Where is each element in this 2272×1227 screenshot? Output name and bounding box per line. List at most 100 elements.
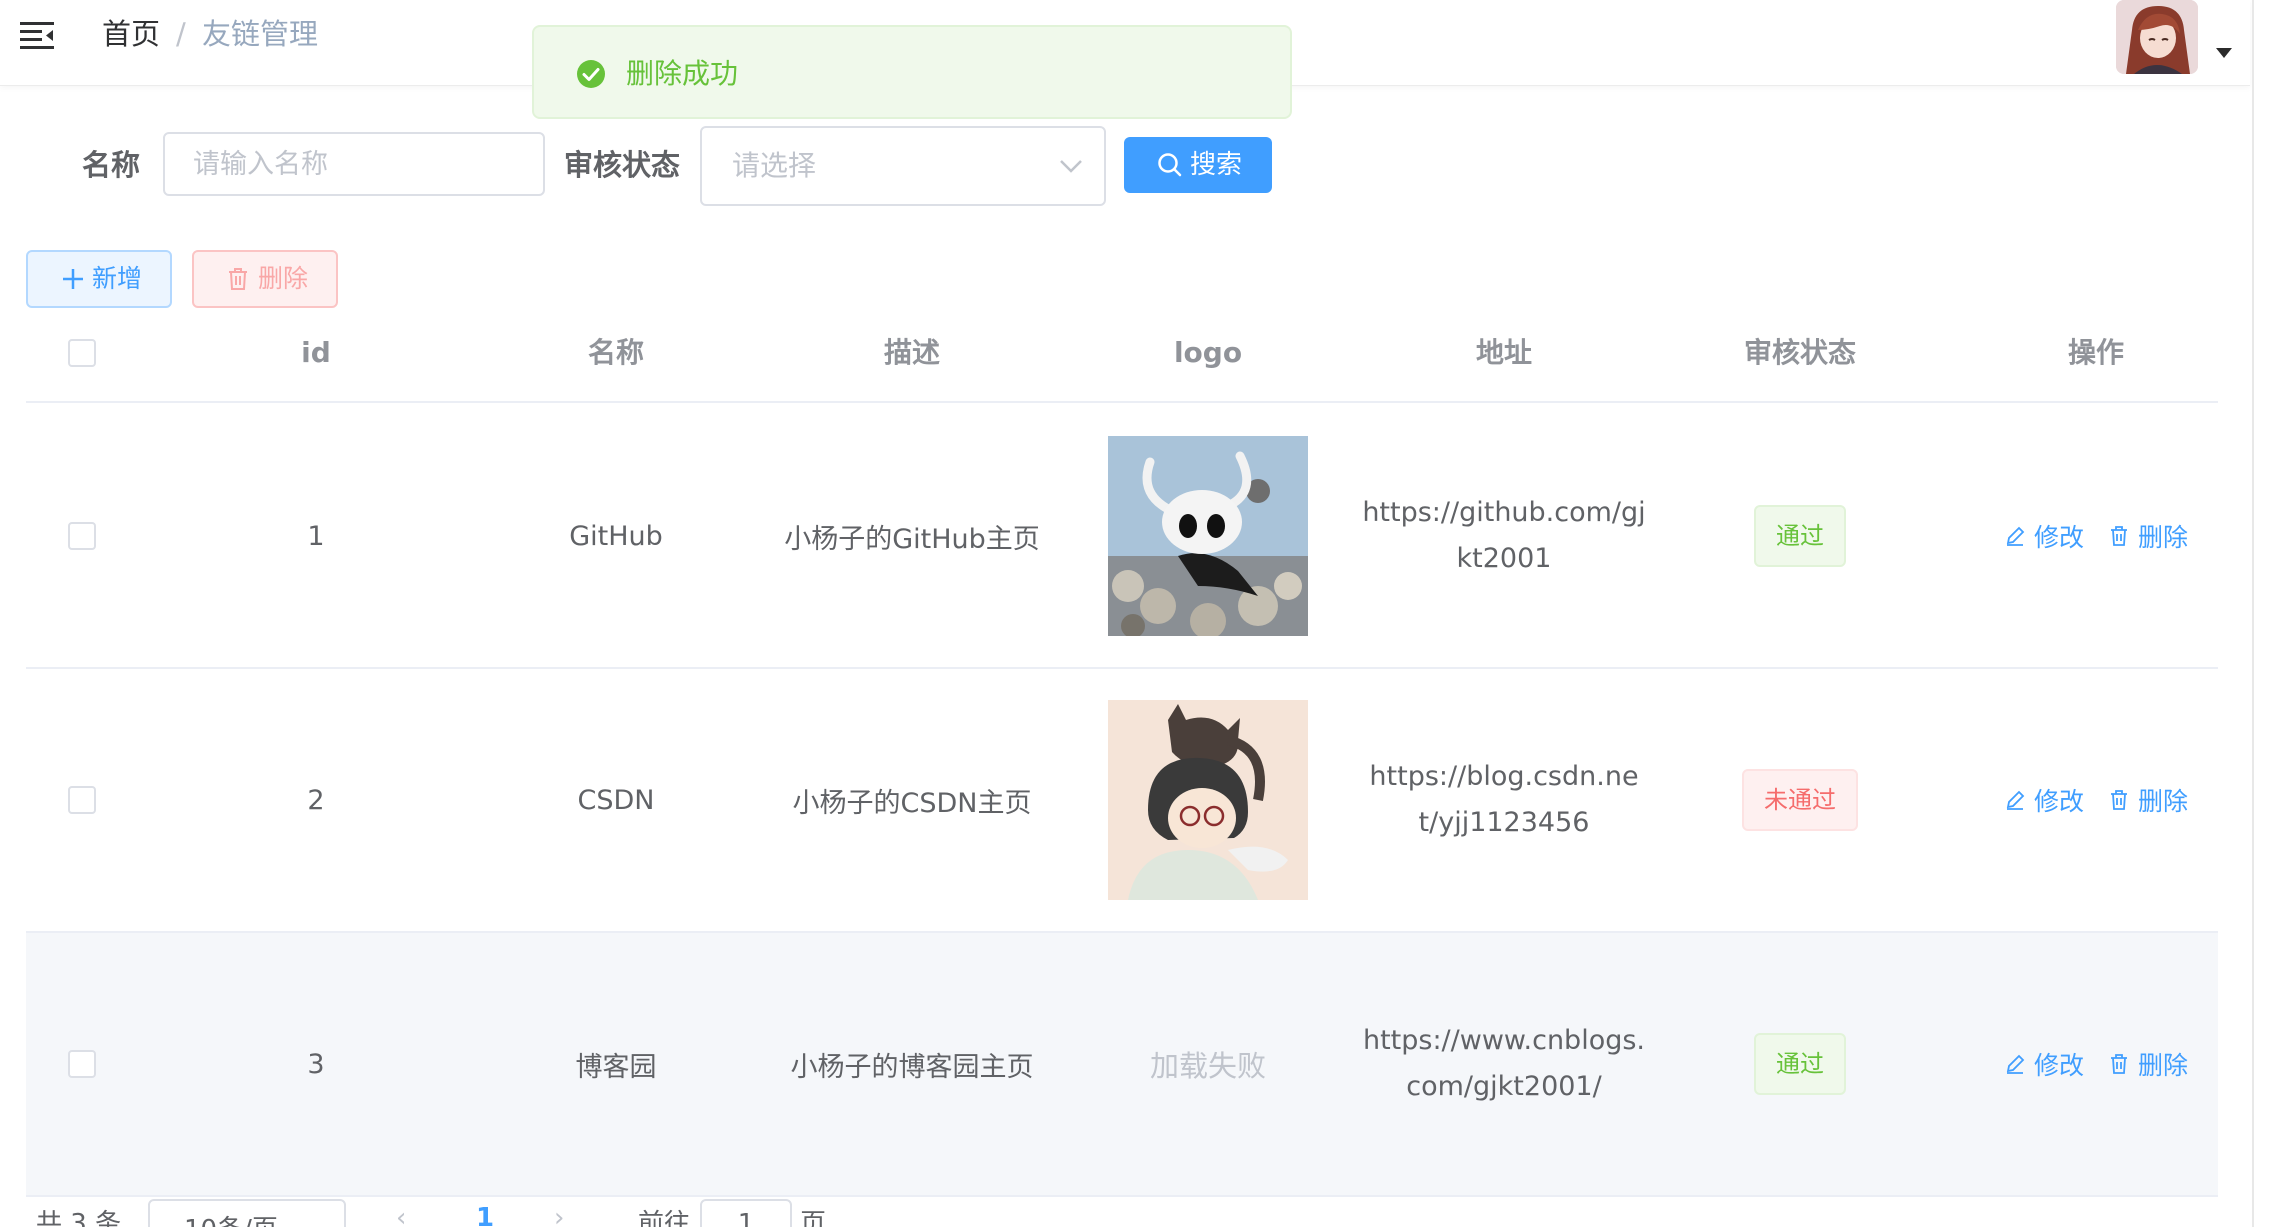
cell-id: 2 xyxy=(307,784,325,816)
column-header-logo: logo xyxy=(1173,336,1243,369)
edit-link[interactable]: 修改 xyxy=(2004,1046,2084,1082)
chevron-down-icon xyxy=(1058,156,1084,176)
hollow-knight-image[interactable] xyxy=(1108,436,1308,636)
add-button-label: 新增 xyxy=(92,264,143,293)
success-message-toast: 删除成功 xyxy=(532,25,1292,119)
cell-logo xyxy=(1058,405,1358,667)
status-badge: 通过 xyxy=(1754,505,1846,567)
column-header-actions: 操作 xyxy=(2067,336,2124,369)
next-page-icon[interactable]: › xyxy=(554,1203,564,1227)
search-icon xyxy=(1156,151,1184,179)
delete-label: 删除 xyxy=(2138,1051,2189,1080)
breadcrumb-home[interactable]: 首页 xyxy=(102,14,160,54)
pagination-total: 共 3 条 xyxy=(36,1209,122,1227)
cell-logo xyxy=(1058,669,1358,931)
plus-icon xyxy=(60,266,86,292)
edit-label: 修改 xyxy=(2033,787,2084,816)
column-header-name: 名称 xyxy=(587,336,644,369)
row-checkbox[interactable] xyxy=(68,1050,96,1078)
cell-url: https://github.com/gj kt2001 xyxy=(1354,405,1654,667)
trash-icon xyxy=(2111,1054,2127,1074)
url-line: t/yjj1123456 xyxy=(1418,807,1590,838)
toast-message: 删除成功 xyxy=(626,57,739,90)
batch-delete-button[interactable]: 删除 xyxy=(192,250,338,308)
url-line: kt2001 xyxy=(1456,543,1552,574)
dropdown-caret-icon[interactable] xyxy=(2216,48,2232,58)
breadcrumb-separator: / xyxy=(176,17,186,51)
column-header-id: id xyxy=(301,336,331,369)
menu-fold-icon[interactable] xyxy=(20,20,54,50)
scrollbar-edge xyxy=(2252,0,2254,1227)
edit-link[interactable]: 修改 xyxy=(2004,518,2084,554)
trash-icon xyxy=(226,266,250,292)
edit-icon xyxy=(2006,1054,2025,1074)
scrollbar[interactable] xyxy=(2252,0,2272,1227)
page-number-current[interactable]: 1 xyxy=(476,1203,494,1227)
avatar[interactable] xyxy=(2116,0,2198,74)
cell-actions: 修改 删除 xyxy=(1946,405,2246,667)
cell-id: 3 xyxy=(307,1048,325,1080)
anime-boy-with-cat-image[interactable] xyxy=(1108,700,1308,900)
column-header-url: 地址 xyxy=(1475,336,1532,369)
row-checkbox[interactable] xyxy=(68,522,96,550)
status-badge: 未通过 xyxy=(1742,769,1858,831)
logo-load-failed-text: 加载失败 xyxy=(1149,1049,1266,1083)
url-line: com/gjkt2001/ xyxy=(1406,1071,1602,1102)
cell-name: GitHub xyxy=(569,520,663,552)
cell-url: https://blog.csdn.ne t/yjj1123456 xyxy=(1354,669,1654,931)
edit-label: 修改 xyxy=(2033,523,2084,552)
cell-description: 小杨子的CSDN主页 xyxy=(792,787,1032,819)
page-jump-input[interactable]: 1 xyxy=(700,1199,792,1227)
url-line: https://github.com/gj xyxy=(1362,497,1646,528)
edit-icon xyxy=(2006,526,2025,546)
edit-link[interactable]: 修改 xyxy=(2004,782,2084,818)
name-filter-label: 名称 xyxy=(82,148,141,182)
batch-delete-label: 删除 xyxy=(258,264,309,293)
table-row: 2 CSDN 小杨子的CSDN主页 https://blog.csdn.ne t/ xyxy=(26,669,2218,933)
status-filter-label: 审核状态 xyxy=(564,148,681,182)
success-check-icon xyxy=(576,59,606,89)
page-size-select[interactable]: 10条/页 xyxy=(148,1199,346,1227)
table-row: 1 GitHub 小杨子的GitHub主页 https://github.com… xyxy=(26,405,2218,669)
cell-url: https://www.cnblogs. com/gjkt2001/ xyxy=(1354,933,1654,1195)
breadcrumb-current: 友链管理 xyxy=(202,17,319,51)
add-button[interactable]: 新增 xyxy=(26,250,172,308)
cell-logo: 加载失败 xyxy=(1058,933,1358,1195)
delete-link[interactable]: 删除 xyxy=(2108,518,2188,554)
delete-link[interactable]: 删除 xyxy=(2108,1046,2188,1082)
cell-description: 小杨子的GitHub主页 xyxy=(784,523,1040,555)
cell-name: 博客园 xyxy=(575,1051,657,1083)
edit-icon xyxy=(2006,790,2025,810)
cell-name: CSDN xyxy=(577,784,655,816)
url-line: https://blog.csdn.ne xyxy=(1369,761,1639,792)
page-size-value: 10条/页 xyxy=(184,1209,278,1227)
status-select[interactable]: 请选择 xyxy=(700,126,1106,206)
search-button[interactable]: 搜索 xyxy=(1124,137,1272,193)
pagination: 共 3 条 10条/页 ‹ 1 › 前往 1 页 xyxy=(0,1193,2250,1227)
search-button-label: 搜索 xyxy=(1190,150,1243,180)
edit-label: 修改 xyxy=(2033,1051,2084,1080)
delete-label: 删除 xyxy=(2138,787,2189,816)
page-unit-label: 页 xyxy=(800,1209,827,1227)
table-header: id 名称 描述 logo 地址 审核状态 操作 xyxy=(26,313,2218,403)
cell-description: 小杨子的博客园主页 xyxy=(790,1051,1034,1083)
status-select-placeholder: 请选择 xyxy=(732,149,817,182)
name-search-input[interactable] xyxy=(163,132,545,196)
cell-id: 1 xyxy=(307,520,325,552)
trash-icon xyxy=(2111,790,2127,810)
column-header-status: 审核状态 xyxy=(1743,336,1856,369)
delete-link[interactable]: 删除 xyxy=(2108,782,2188,818)
table-row: 3 博客园 小杨子的博客园主页 加载失败 https://www.cnblogs… xyxy=(26,933,2218,1197)
row-checkbox[interactable] xyxy=(68,786,96,814)
page-jump-value: 1 xyxy=(737,1209,755,1227)
status-badge: 通过 xyxy=(1754,1033,1846,1095)
friend-links-table: id 名称 描述 logo 地址 审核状态 操作 1 GitHub 小杨子的Gi… xyxy=(26,313,2218,1197)
cell-actions: 修改 删除 xyxy=(1946,669,2246,931)
delete-label: 删除 xyxy=(2138,523,2189,552)
select-all-checkbox[interactable] xyxy=(68,339,96,367)
url-line: https://www.cnblogs. xyxy=(1362,1025,1646,1056)
trash-icon xyxy=(2111,526,2127,546)
prev-page-icon[interactable]: ‹ xyxy=(396,1203,406,1227)
goto-label: 前往 xyxy=(638,1209,691,1227)
column-header-description: 描述 xyxy=(883,336,940,369)
